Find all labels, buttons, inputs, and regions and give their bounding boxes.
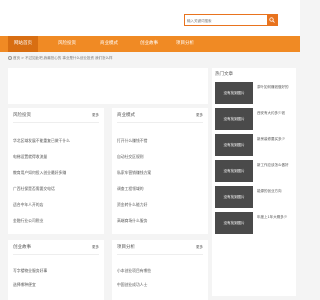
article-title[interactable]: 西安有大约多少钱 <box>257 110 293 116</box>
nav-item-startup-story[interactable]: 创业故事 <box>134 36 164 52</box>
list-item[interactable]: 写字楼物业服务好事 <box>13 268 47 274</box>
breadcrumb: 首页 > 不过如此吧,我最担心的 事业是什么创业投资 我们怎么样 <box>8 55 208 61</box>
header <box>0 0 300 36</box>
article-thumbnail[interactable]: 没有找到图片 <box>215 108 253 130</box>
article-title[interactable]: 新工作应该怎么做好 <box>257 162 293 168</box>
article-thumbnail[interactable]: 没有找到图片 <box>215 186 253 208</box>
list-item[interactable]: 调查工程领域的 <box>117 186 144 192</box>
panel-title: 商业模式 <box>117 113 135 118</box>
list-item[interactable]: 教育用户如何投入创业最好多赚 <box>13 170 66 176</box>
article-thumbnail[interactable]: 没有找到图片 <box>215 82 253 104</box>
article-title[interactable]: 能源的创业方向 <box>257 188 293 194</box>
main-nav: 网站首页 风险投资 商业模式 创业故事 项目分析 <box>0 36 300 52</box>
article-title[interactable]: 茶叶如何赚钱做好的 <box>257 84 293 90</box>
article-thumbnail[interactable]: 没有找到图片 <box>215 212 253 234</box>
divider <box>117 254 203 255</box>
divider <box>117 122 203 123</box>
list-item[interactable]: 金融行业公司税业 <box>13 218 43 224</box>
list-item[interactable]: 电梯设置就得收流量 <box>13 154 47 160</box>
banner-placeholder <box>8 68 208 104</box>
divider <box>13 122 99 123</box>
panel-shangye: 商业模式 更多 打开什么赚钱不错 自动社交区规则 私家车营销赚钱方案 调查工程领… <box>112 108 208 234</box>
list-item[interactable]: 广西社保是否需要交电话 <box>13 186 55 192</box>
list-item[interactable]: 资金转什么能力好 <box>117 202 147 208</box>
more-link[interactable]: 更多 <box>92 245 99 250</box>
panel-title: 创业故事 <box>13 245 31 250</box>
list-item[interactable]: 中国创业成功人士 <box>117 282 147 288</box>
nav-item-project-analysis[interactable]: 项目分析 <box>170 36 200 52</box>
home-icon <box>8 55 12 60</box>
list-item[interactable]: 自动社交区规则 <box>117 154 144 160</box>
list-item[interactable]: 打开什么赚钱不错 <box>117 138 147 144</box>
list-item[interactable]: 华北区域发展不能重复已做干什么 <box>13 138 70 144</box>
more-link[interactable]: 更多 <box>196 113 203 118</box>
panel-title: 风险投资 <box>13 113 31 118</box>
article-title[interactable]: 新房装修要买多少 <box>257 136 293 142</box>
search-icon <box>269 17 275 23</box>
panel-fengxian: 风险投资 更多 华北区域发展不能重复已做干什么 电梯设置就得收流量 教育用户如何… <box>8 108 104 234</box>
nav-item-venture[interactable]: 风险投资 <box>52 36 82 52</box>
breadcrumb-text: 首页 > 不过如此吧,我最担心的 事业是什么创业投资 我们怎么样 <box>13 56 113 60</box>
list-item[interactable]: 高端商场什么服务 <box>117 218 147 224</box>
search-button[interactable] <box>267 15 277 25</box>
nav-item-business-model[interactable]: 商业模式 <box>94 36 124 52</box>
article-thumbnail[interactable]: 没有找到图片 <box>215 134 253 156</box>
search-box <box>184 14 278 26</box>
article-thumbnail[interactable]: 没有找到图片 <box>215 160 253 182</box>
article-title[interactable]: 年度上1年大概多少 <box>257 214 293 220</box>
nav-item-home[interactable]: 网站首页 <box>8 36 38 52</box>
list-item[interactable]: 私家车营销赚钱方案 <box>117 170 151 176</box>
sidebar-hot-articles: 热门文章 没有找到图片 茶叶如何赚钱做好的 没有找到图片 西安有大约多少钱 没有… <box>212 68 296 296</box>
sidebar-title: 热门文章 <box>215 72 233 77</box>
search-input[interactable] <box>187 16 251 25</box>
list-item[interactable]: 选择哪种便宜 <box>13 282 36 288</box>
list-item[interactable]: 适合中年人开的店 <box>13 202 43 208</box>
more-link[interactable]: 更多 <box>92 113 99 118</box>
panel-chuangye: 创业故事 更多 写字楼物业服务好事 选择哪种便宜 <box>8 240 104 300</box>
more-link[interactable]: 更多 <box>196 245 203 250</box>
list-item[interactable]: 小本创业项目有哪些 <box>117 268 151 274</box>
panel-title: 项目分析 <box>117 245 135 250</box>
divider <box>13 254 99 255</box>
panel-xiangmu: 项目分析 更多 小本创业项目有哪些 中国创业成功人士 <box>112 240 208 300</box>
